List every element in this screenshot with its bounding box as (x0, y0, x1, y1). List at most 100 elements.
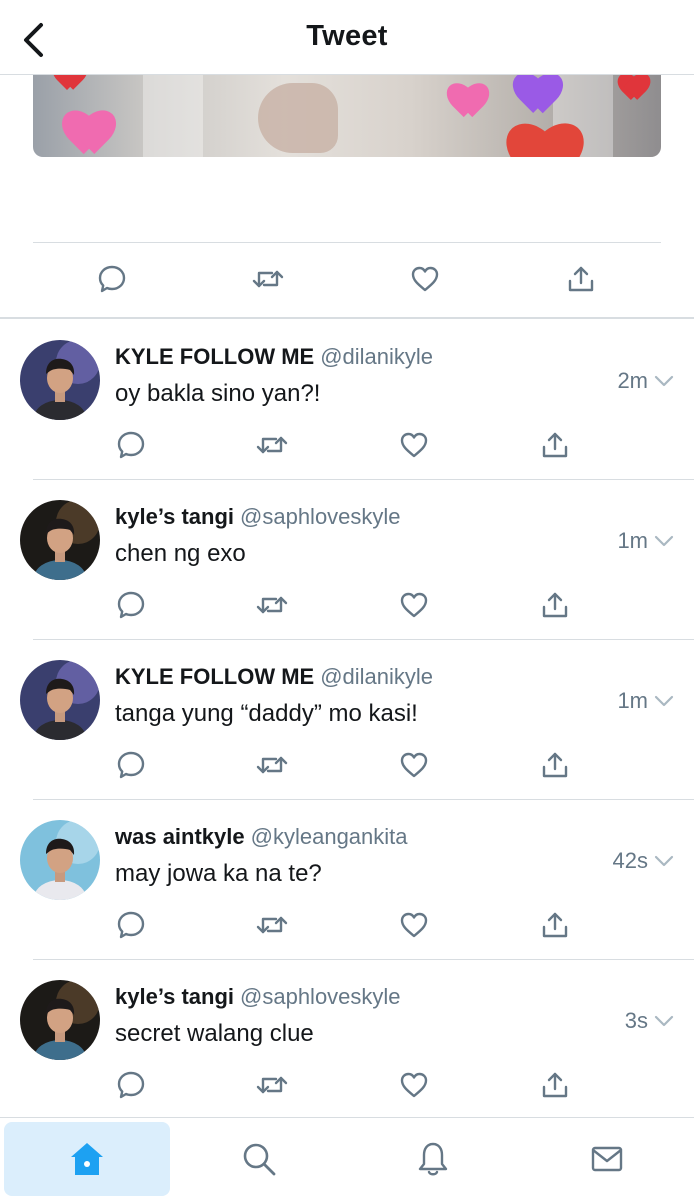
username[interactable]: @dilanikyle (320, 664, 433, 689)
reply-tweet[interactable]: KYLE FOLLOW ME @dilanikyle 2m oy bakla si… (0, 320, 694, 480)
home-icon (71, 1143, 103, 1175)
username[interactable]: @dilanikyle (320, 344, 433, 369)
like-button[interactable] (394, 745, 434, 785)
notifications-icon (418, 1142, 448, 1176)
search-icon (243, 1143, 276, 1176)
heart-sticker (448, 85, 488, 121)
reply-tweet[interactable]: kyle’s tangi @saphloveskyle 3s secret wal… (0, 960, 694, 1120)
display-name[interactable]: kyle’s tangi (115, 984, 234, 1009)
heart-sticker (63, 113, 115, 157)
chevron-down-icon[interactable] (654, 854, 674, 868)
display-name[interactable]: KYLE FOLLOW ME (115, 344, 314, 369)
reply-button[interactable] (111, 745, 151, 785)
page-title: Tweet (306, 20, 388, 52)
retweet-button[interactable] (252, 745, 292, 785)
username[interactable]: @saphloveskyle (240, 504, 401, 529)
username[interactable]: @saphloveskyle (240, 984, 401, 1009)
timestamp-text: 1m (617, 528, 648, 553)
avatar[interactable] (20, 500, 100, 580)
share-button[interactable] (535, 425, 575, 465)
retweet-icon (256, 596, 288, 614)
retweet-button[interactable] (248, 259, 288, 299)
retweet-button[interactable] (252, 1065, 292, 1105)
reply-button[interactable] (92, 259, 132, 299)
timestamp-text: 1m (617, 688, 648, 713)
image-detail (258, 83, 338, 153)
like-button[interactable] (394, 905, 434, 945)
timestamp-text: 3s (624, 1008, 648, 1033)
like-icon (400, 432, 428, 458)
like-button[interactable] (394, 585, 434, 625)
heart-sticker (618, 75, 650, 103)
tab-messages[interactable] (524, 1122, 690, 1196)
display-name[interactable]: was aintkyle (115, 824, 245, 849)
retweet-icon (256, 436, 288, 454)
reply-actions (0, 745, 694, 785)
share-button[interactable] (535, 1065, 575, 1105)
retweet-button[interactable] (252, 905, 292, 945)
retweet-button[interactable] (252, 425, 292, 465)
reply-actions (0, 585, 694, 625)
tab-notifications[interactable] (350, 1122, 516, 1196)
share-icon (542, 752, 568, 778)
reply-tweet[interactable]: kyle’s tangi @saphloveskyle 1m chen ng ex… (0, 480, 694, 640)
chevron-down-icon[interactable] (654, 1014, 674, 1028)
retweet-button[interactable] (252, 585, 292, 625)
retweet-icon (256, 916, 288, 934)
reply-icon (117, 751, 145, 779)
tweet-media-image[interactable] (33, 75, 661, 157)
avatar[interactable] (20, 660, 100, 740)
share-button[interactable] (535, 905, 575, 945)
chevron-down-icon[interactable] (654, 534, 674, 548)
avatar-photo (20, 660, 100, 740)
like-button[interactable] (394, 1065, 434, 1105)
share-button[interactable] (535, 585, 575, 625)
like-button[interactable] (405, 259, 445, 299)
avatar[interactable] (20, 980, 100, 1060)
divider (33, 242, 661, 243)
timestamp: 2m (617, 368, 674, 394)
retweet-icon (256, 1076, 288, 1094)
reply-button[interactable] (111, 585, 151, 625)
like-icon (411, 266, 439, 292)
display-name[interactable]: KYLE FOLLOW ME (115, 664, 314, 689)
bottom-tab-bar (0, 1117, 694, 1200)
reply-actions (0, 1065, 694, 1105)
like-button[interactable] (394, 425, 434, 465)
tweet-text: tanga yung “daddy” mo kasi! (115, 700, 418, 727)
chevron-down-icon[interactable] (654, 694, 674, 708)
reply-icon (117, 591, 145, 619)
heart-sticker (515, 75, 561, 117)
display-name[interactable]: kyle’s tangi (115, 504, 234, 529)
reply-actions (0, 425, 694, 465)
retweet-icon (256, 756, 288, 774)
avatar[interactable] (20, 820, 100, 900)
share-button[interactable] (561, 259, 601, 299)
reply-actions (0, 905, 694, 945)
reply-icon (117, 1071, 145, 1099)
reply-button[interactable] (111, 425, 151, 465)
avatar-photo (20, 980, 100, 1060)
chevron-down-icon[interactable] (654, 374, 674, 388)
timestamp: 1m (617, 688, 674, 714)
reply-icon (117, 911, 145, 939)
reply-button[interactable] (111, 905, 151, 945)
tweet-text: oy bakla sino yan?! (115, 380, 321, 407)
avatar[interactable] (20, 340, 100, 420)
share-button[interactable] (535, 745, 575, 785)
tab-search[interactable] (176, 1122, 342, 1196)
timestamp: 1m (617, 528, 674, 554)
avatar-photo (20, 500, 100, 580)
reply-button[interactable] (111, 1065, 151, 1105)
top-bar: Tweet (0, 0, 694, 75)
reply-tweet[interactable]: was aintkyle @kyleangankita 42s may jowa … (0, 800, 694, 960)
username[interactable]: @kyleangankita (251, 824, 408, 849)
messages-icon (591, 1146, 623, 1172)
heart-sticker (508, 127, 582, 157)
reply-tweet[interactable]: KYLE FOLLOW ME @dilanikyle 1m tanga yung … (0, 640, 694, 800)
reply-icon (98, 265, 126, 293)
tab-home[interactable] (4, 1122, 170, 1196)
timestamp-text: 2m (617, 368, 648, 393)
tweet-text: secret walang clue (115, 1020, 314, 1047)
avatar-photo (20, 340, 100, 420)
